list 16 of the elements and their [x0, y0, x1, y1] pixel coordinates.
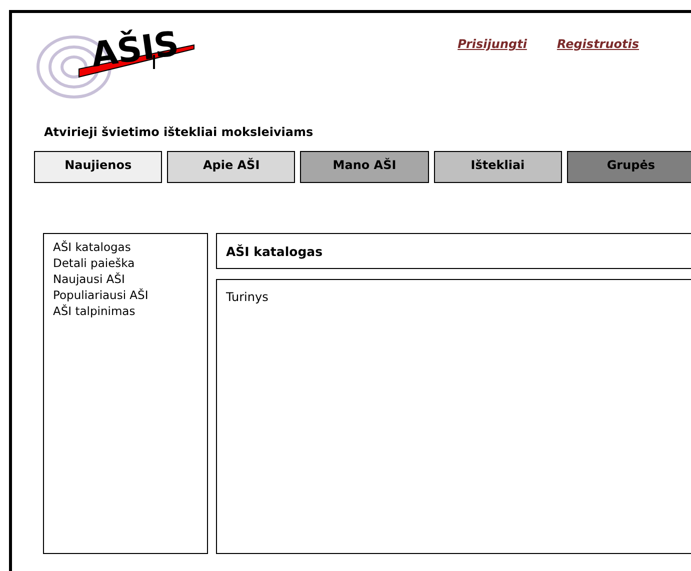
sidebar-item[interactable]: Naujausi AŠI	[53, 271, 198, 287]
header-link[interactable]: Prisijungti	[458, 37, 527, 139]
sidebar-item[interactable]: AŠI katalogas	[53, 239, 198, 255]
sidebar-item[interactable]: Detali paieška	[53, 255, 198, 271]
page-title: AŠI katalogas	[226, 244, 323, 259]
sidebar-item[interactable]: Populiariausi AŠI	[53, 287, 198, 303]
tagline: Atvirieji švietimo ištekliai moksleiviams	[44, 125, 314, 139]
header-link[interactable]: Registruotis	[556, 37, 639, 139]
logo: AŠIS	[34, 27, 214, 107]
nav-tab[interactable]: Grupės	[566, 151, 691, 183]
sidebar-item[interactable]: AŠI talpinimas	[53, 303, 198, 319]
nav-tab[interactable]: Ištekliai	[434, 151, 562, 183]
nav-tab[interactable]: Mano AŠI	[300, 151, 429, 183]
content-text: Turinys	[226, 290, 268, 304]
nav-tab[interactable]: Naujienos	[34, 151, 162, 183]
nav-tab[interactable]: Apie AŠI	[167, 151, 296, 183]
